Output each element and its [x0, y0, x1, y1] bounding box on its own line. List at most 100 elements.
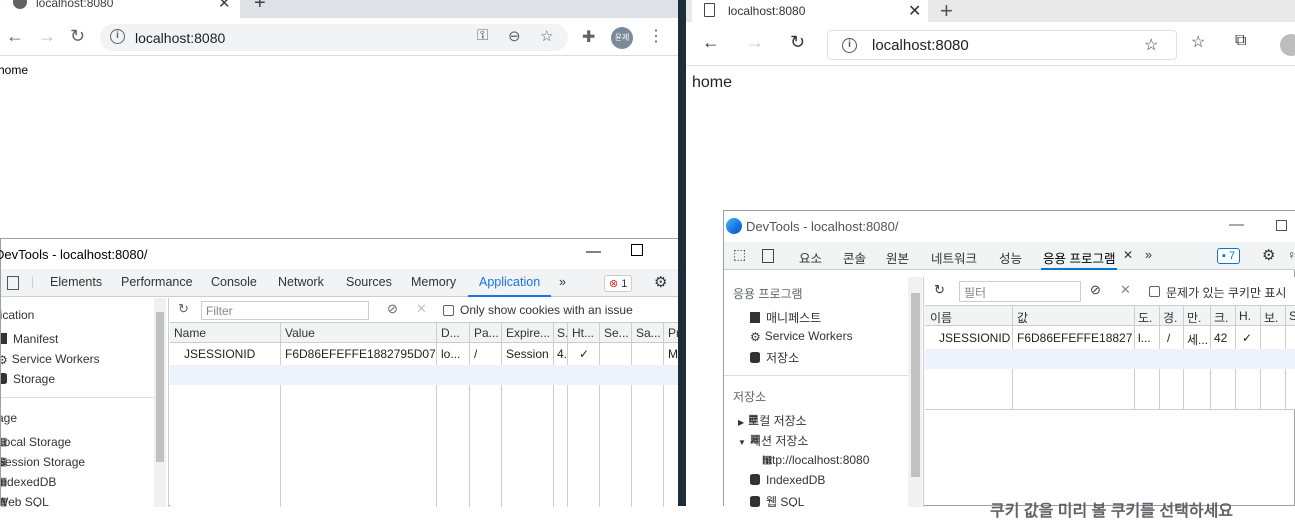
sidebar-scrollbar[interactable] [154, 298, 166, 507]
sidebar-item-manifest[interactable]: Manifest [1, 332, 58, 346]
scrollbar-thumb[interactable] [911, 293, 920, 477]
tab-memory[interactable]: Memory [411, 275, 456, 289]
sidebar-item-session-storage[interactable]: ▦Session Storage [1, 455, 85, 469]
key-icon[interactable]: ⚿ [477, 27, 488, 44]
feedback-icon[interactable]: ♀ [1287, 248, 1295, 262]
forward-icon[interactable]: → [746, 32, 764, 53]
sidebar-item-service-workers[interactable]: ⚙Service Workers [1, 352, 100, 367]
column-header[interactable]: H. [1239, 309, 1259, 323]
address-bar[interactable]: i localhost:8080 ⚿ ⊖ ☆ [100, 24, 568, 51]
sidebar-item-service-workers[interactable]: ⚙Service Workers [750, 329, 853, 344]
tab-sources[interactable]: 원본 [886, 248, 909, 267]
close-icon[interactable]: ✕ [908, 1, 921, 21]
messages-badge[interactable]: ▪ 7 [1217, 248, 1241, 264]
back-icon[interactable]: ← [702, 32, 720, 53]
tab-application[interactable]: Application [479, 275, 540, 289]
filter-input[interactable]: 필터 [959, 281, 1081, 302]
table-row-empty[interactable] [925, 349, 1295, 369]
tab-performance[interactable]: 성능 [999, 248, 1022, 267]
only-issues-checkbox[interactable] [1149, 286, 1160, 297]
browser-tab[interactable]: localhost:8080 ✕ [692, 0, 928, 22]
column-header[interactable]: Se... [604, 326, 630, 340]
sidebar-item-session-origin[interactable]: ▦ http://localhost:8080 [762, 453, 869, 467]
info-icon[interactable]: i [110, 29, 125, 44]
tab-console[interactable]: Console [211, 275, 257, 289]
star-icon[interactable]: ☆ [540, 27, 553, 45]
tab-network[interactable]: Network [278, 275, 324, 289]
chevron-right-icon[interactable]: ▶ [738, 418, 744, 427]
column-header[interactable]: 보. [1264, 309, 1284, 326]
inspect-icon[interactable]: ⬚ [733, 246, 746, 263]
tab-sources[interactable]: Sources [346, 275, 392, 289]
sidebar-item-indexeddb[interactable]: ▦IndexedDB [1, 475, 56, 489]
minimize-icon[interactable]: — [586, 243, 601, 260]
column-header[interactable]: Sa... [636, 326, 662, 340]
settings-icon[interactable]: ⚙ [654, 273, 667, 291]
column-header[interactable]: Expire... [506, 326, 552, 340]
only-issues-checkbox[interactable] [443, 305, 454, 316]
refresh-icon[interactable]: ↻ [178, 301, 189, 317]
tab-elements[interactable]: Elements [50, 275, 102, 289]
chevron-down-icon[interactable]: ▼ [738, 438, 746, 447]
scrollbar-thumb[interactable] [156, 312, 164, 462]
column-header[interactable]: Pa... [474, 326, 500, 340]
column-header[interactable]: S. [557, 326, 567, 340]
sidebar-item-storage[interactable]: 저장소 [750, 349, 799, 366]
clear-all-icon[interactable]: ⊘ [1090, 282, 1101, 298]
back-icon[interactable]: ← [6, 26, 24, 47]
column-header[interactable]: Value [285, 326, 315, 340]
close-icon[interactable]: ✕ [218, 0, 231, 12]
column-header[interactable]: 만. [1187, 309, 1209, 326]
reload-icon[interactable]: ↻ [790, 32, 805, 53]
sidebar-scrollbar[interactable] [908, 277, 922, 507]
column-header[interactable]: Ht... [572, 326, 598, 340]
column-header[interactable]: 값 [1017, 309, 1028, 326]
more-tabs-button[interactable]: » [559, 275, 566, 289]
settings-icon[interactable]: ⚙ [1262, 246, 1275, 264]
new-tab-button[interactable]: + [940, 0, 953, 24]
column-header[interactable]: S [1289, 309, 1295, 323]
sidebar-item-session-storage[interactable]: ▼ ▦ 세션 저장소 [738, 432, 808, 449]
column-header[interactable]: D... [441, 326, 468, 340]
maximize-icon[interactable] [631, 244, 643, 256]
puzzle-icon[interactable]: ✚ [582, 27, 595, 47]
sidebar-item-manifest[interactable]: 매니페스트 [750, 309, 821, 326]
address-bar[interactable]: i localhost:8080 ☆ [827, 30, 1177, 60]
zoom-icon[interactable]: ⊖ [508, 27, 521, 45]
sidebar-item-web-sql[interactable]: 웹 SQL [750, 493, 804, 507]
column-header[interactable]: 도. [1138, 309, 1158, 326]
info-icon[interactable]: i [842, 38, 857, 53]
filter-input[interactable]: Filter [201, 301, 369, 320]
sidebar-item-local-storage[interactable]: ▶ ▦ 로컬 저장소 [738, 412, 807, 429]
avatar[interactable]: 윤제 [611, 27, 633, 49]
sidebar-item-local-storage[interactable]: ▦Local Storage [1, 435, 71, 449]
column-header[interactable]: 이름 [930, 309, 952, 326]
error-badge[interactable]: ⊗ 1 [604, 275, 633, 292]
clear-all-icon[interactable]: ⊘ [387, 301, 398, 317]
table-row-empty[interactable] [170, 365, 706, 385]
favorites-icon[interactable]: ☆ [1191, 32, 1205, 52]
device-toolbar-icon[interactable] [7, 276, 19, 290]
close-tab-icon[interactable]: ✕ [1123, 248, 1133, 262]
new-tab-button[interactable]: + [254, 0, 266, 15]
collections-icon[interactable]: ⧉ [1235, 32, 1246, 50]
tab-network[interactable]: 네트워크 [931, 248, 977, 267]
column-header[interactable]: Name [174, 326, 206, 340]
forward-icon[interactable]: → [38, 26, 56, 47]
tab-elements[interactable]: 요소 [799, 248, 822, 267]
device-toolbar-icon[interactable] [762, 249, 774, 263]
reload-icon[interactable]: ↻ [70, 26, 85, 47]
sidebar-item-storage[interactable]: Storage [1, 372, 55, 386]
column-header[interactable]: 크. [1214, 309, 1234, 326]
delete-selected-icon[interactable]: ✕ [416, 301, 427, 317]
delete-selected-icon[interactable]: ✕ [1120, 282, 1131, 298]
browser-tab[interactable]: localhost:8080 ✕ [0, 0, 240, 18]
column-header[interactable]: 경. [1163, 309, 1183, 326]
add-favorite-icon[interactable]: ☆ [1144, 35, 1158, 55]
sidebar-item-web-sql[interactable]: ▦Web SQL [1, 495, 49, 507]
tab-application[interactable]: 응용 프로그램 [1043, 248, 1115, 267]
sidebar-item-indexeddb[interactable]: IndexedDB [750, 473, 825, 487]
maximize-icon[interactable] [1276, 220, 1287, 231]
menu-icon[interactable]: ⋮ [648, 26, 664, 46]
minimize-icon[interactable]: — [1229, 216, 1244, 233]
